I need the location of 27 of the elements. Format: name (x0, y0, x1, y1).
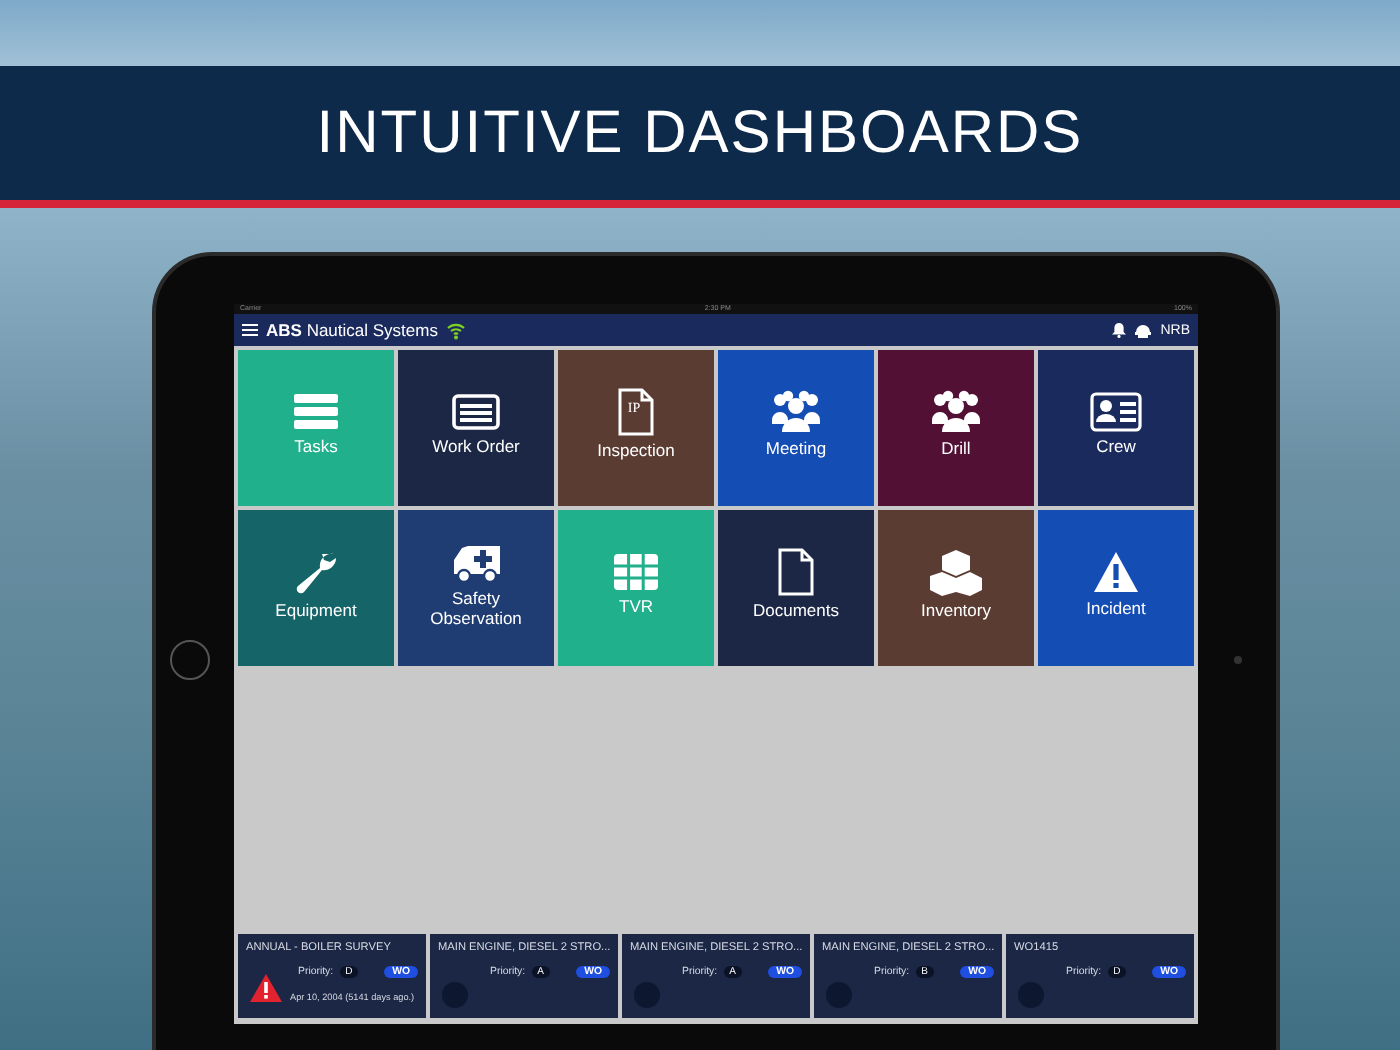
warning-icon (250, 974, 282, 1002)
dashboard-tile[interactable]: Incident (1038, 510, 1194, 666)
list-window-icon (452, 391, 500, 432)
bell-icon[interactable] (1112, 322, 1127, 338)
dashboard-tile[interactable]: Drill (878, 350, 1034, 506)
dashboard-tile[interactable]: Meeting (718, 350, 874, 506)
menu-icon[interactable] (242, 324, 258, 336)
ambulance-icon (450, 540, 502, 585)
stacked-bars-icon (292, 391, 340, 432)
warning-icon (1092, 549, 1140, 594)
id-card-icon (1090, 391, 1142, 432)
people-group-icon (930, 389, 982, 434)
document-icon (776, 547, 816, 596)
dashboard-tile[interactable]: Work Order (398, 350, 554, 506)
app-title: ABS Nautical Systems (266, 320, 438, 340)
people-group-icon (770, 389, 822, 434)
dashboard-tile[interactable]: Crew (1038, 350, 1194, 506)
helmet-icon[interactable] (1134, 322, 1153, 338)
banner-title: INTUITIVE DASHBOARDS (316, 99, 1084, 167)
grid-table-icon (612, 551, 660, 592)
wifi-icon (445, 321, 466, 339)
boxes-icon (928, 547, 984, 596)
dashboard-tile[interactable]: Inventory (878, 510, 1034, 666)
camera-dot (1234, 656, 1242, 664)
dashboard-tile[interactable]: Safety Observation (398, 510, 554, 666)
dashboard-tile[interactable]: Documents (718, 510, 874, 666)
dashboard-tile[interactable]: Equipment (238, 510, 394, 666)
